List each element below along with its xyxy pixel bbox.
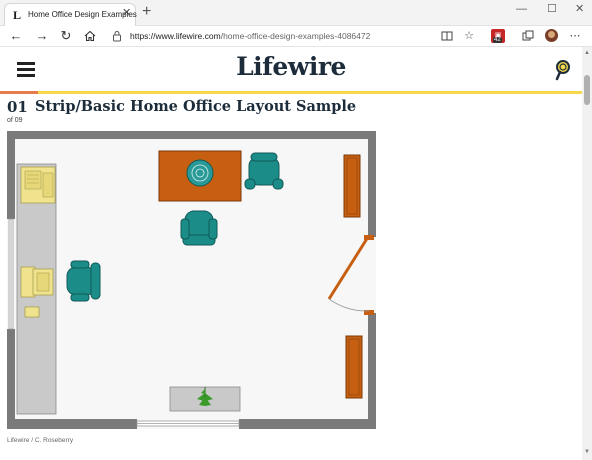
header-divider xyxy=(0,91,582,94)
bottom-window xyxy=(136,420,240,427)
extension-badge-count: 42 xyxy=(493,37,502,43)
browser-tab-bar: L Home Office Design Examples ✕ + — ☐ ✕ xyxy=(0,0,592,26)
bookshelf-bottom xyxy=(345,335,363,399)
site-header: Lifewire xyxy=(0,47,582,93)
reader-view-icon[interactable] xyxy=(440,29,454,43)
site-logo[interactable]: Lifewire xyxy=(0,52,582,81)
refresh-icon[interactable]: ↻ xyxy=(58,28,74,44)
forward-arrow-icon[interactable]: → xyxy=(34,28,50,44)
new-tab-icon[interactable]: + xyxy=(142,4,151,20)
site-favicon-icon: L xyxy=(13,8,22,22)
bookshelf-top xyxy=(343,154,361,218)
scroll-up-icon[interactable]: ▲ xyxy=(584,50,590,56)
address-bar[interactable]: https://www.lifewire.com/home-office-des… xyxy=(104,28,430,44)
favorite-star-icon[interactable]: ☆ xyxy=(462,29,476,43)
computer-unit xyxy=(20,266,54,298)
back-arrow-icon[interactable]: ← xyxy=(8,28,24,44)
item-position: of 09 xyxy=(7,117,23,124)
home-icon[interactable] xyxy=(82,28,98,44)
url-text: https://www.lifewire.com/home-office-des… xyxy=(130,31,371,41)
minimize-icon[interactable]: — xyxy=(516,4,527,15)
collections-icon[interactable] xyxy=(521,29,535,43)
close-window-icon[interactable]: ✕ xyxy=(575,4,584,15)
search-icon[interactable] xyxy=(554,59,572,81)
image-credit: Lifewire / C. Roseberry xyxy=(7,437,74,444)
scroll-down-icon[interactable]: ▼ xyxy=(584,449,590,455)
maximize-icon[interactable]: ☐ xyxy=(547,4,557,15)
profile-avatar[interactable] xyxy=(545,29,558,42)
left-window xyxy=(8,218,14,330)
header-divider-accent xyxy=(0,91,38,94)
desk-chair xyxy=(66,260,101,302)
browser-tab[interactable]: L Home Office Design Examples ✕ xyxy=(4,3,137,26)
wooden-table xyxy=(158,150,242,202)
scrollbar-thumb[interactable] xyxy=(584,75,590,105)
office-floor-plan xyxy=(7,131,376,429)
desk-tray xyxy=(24,306,40,318)
tab-close-icon[interactable]: ✕ xyxy=(122,8,131,19)
tab-title: Home Office Design Examples xyxy=(28,10,137,19)
lock-icon[interactable] xyxy=(112,30,122,42)
guest-chair xyxy=(180,210,218,246)
printer-unit xyxy=(20,166,56,204)
item-title: Strip/Basic Home Office Layout Sample xyxy=(35,98,357,115)
item-number: 01 xyxy=(7,98,28,116)
more-menu-icon[interactable]: ⋯ xyxy=(568,29,582,43)
page-scrollbar[interactable] xyxy=(582,47,592,460)
